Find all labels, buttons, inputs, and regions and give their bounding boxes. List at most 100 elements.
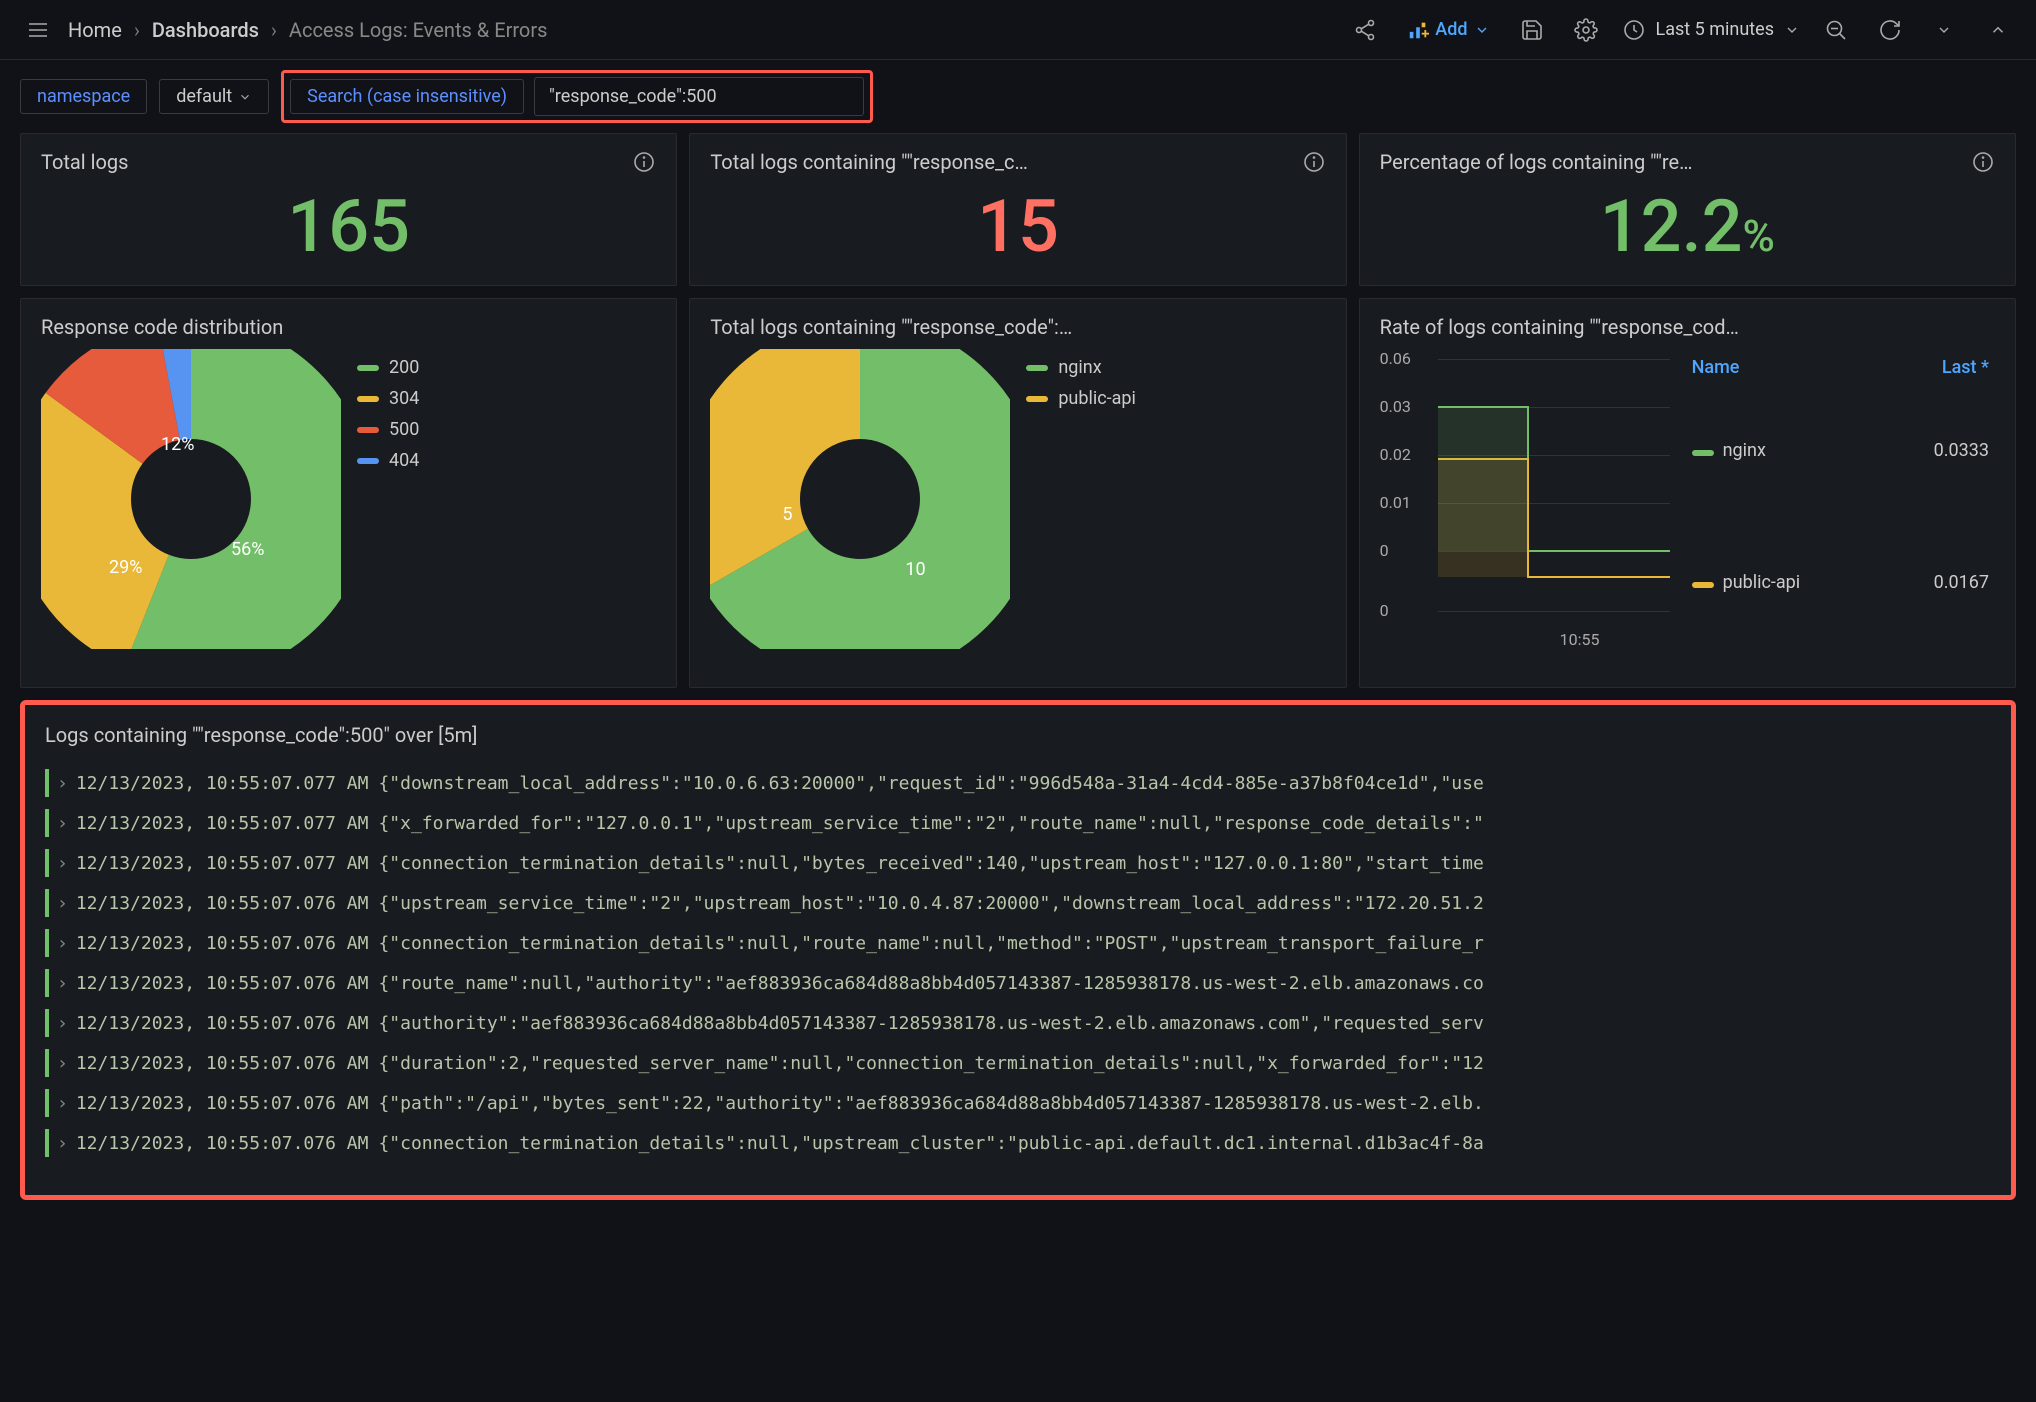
topbar-actions: Add Last 5 minutes <box>1347 12 2016 48</box>
log-body: {"x_forwarded_for":"127.0.0.1","upstream… <box>378 813 1483 834</box>
log-line[interactable]: ›12/13/2023, 10:55:07.076 AM{"authority"… <box>45 1003 1991 1043</box>
legend-swatch <box>1692 582 1714 588</box>
log-timestamp: 12/13/2023, 10:55:07.076 AM <box>76 1093 369 1114</box>
log-line[interactable]: ›12/13/2023, 10:55:07.076 AM{"upstream_s… <box>45 883 1991 923</box>
time-range-picker[interactable]: Last 5 minutes <box>1622 18 1800 42</box>
stats-row: Total logs 165 Total logs containing ""r… <box>0 133 2036 286</box>
panel-title: Total logs containing ""response_code":… <box>710 315 1072 339</box>
chevron-right-icon: › <box>57 853 68 874</box>
panel-title: Logs containing ""response_code":500" ov… <box>45 723 1991 747</box>
breadcrumb-home[interactable]: Home <box>68 18 122 42</box>
add-label: Add <box>1435 19 1467 40</box>
panel-rate[interactable]: Rate of logs containing ""response_cod… … <box>1359 298 2016 688</box>
panel-title: Rate of logs containing ""response_cod… <box>1380 315 1739 339</box>
table-row[interactable]: nginx0.0333 <box>1688 386 1993 516</box>
save-icon <box>1520 18 1544 42</box>
col-last[interactable]: Last * <box>1886 351 1993 384</box>
legend-swatch <box>357 458 379 464</box>
panel-matching-logs[interactable]: Total logs containing ""response_c… 15 <box>689 133 1346 286</box>
info-icon[interactable] <box>632 150 656 174</box>
log-body: {"connection_termination_details":null,"… <box>378 853 1483 874</box>
panel-response-code-dist[interactable]: Response code distribution 12% 29% 56% 2… <box>20 298 677 688</box>
save-button[interactable] <box>1514 12 1550 48</box>
legend-swatch <box>357 396 379 402</box>
log-line[interactable]: ›12/13/2023, 10:55:07.076 AM{"path":"/ap… <box>45 1083 1991 1123</box>
chevron-right-icon: › <box>134 18 140 42</box>
log-timestamp: 12/13/2023, 10:55:07.076 AM <box>76 933 369 954</box>
add-button[interactable]: Add <box>1401 19 1495 41</box>
panel-percentage[interactable]: Percentage of logs containing ""re… 12.2… <box>1359 133 2016 286</box>
pie-label: 5 <box>782 504 792 525</box>
legend-item[interactable]: public-api <box>1026 388 1136 409</box>
hamburger-menu[interactable] <box>20 12 56 48</box>
chevron-right-icon: › <box>57 813 68 834</box>
col-name[interactable]: Name <box>1688 351 1885 384</box>
legend-item[interactable]: 404 <box>357 450 419 471</box>
refresh-icon <box>1878 18 1902 42</box>
log-level-bar <box>45 1009 49 1037</box>
info-icon[interactable] <box>1302 150 1326 174</box>
legend-item[interactable]: nginx <box>1026 357 1136 378</box>
pie-label: 29% <box>109 557 142 578</box>
chevron-right-icon: › <box>57 973 68 994</box>
table-row[interactable]: public-api0.0167 <box>1688 518 1993 648</box>
log-level-bar <box>45 849 49 877</box>
clock-icon <box>1622 18 1646 42</box>
breadcrumb-dashboards[interactable]: Dashboards <box>152 18 259 42</box>
legend-item[interactable]: 304 <box>357 388 419 409</box>
log-body: {"downstream_local_address":"10.0.6.63:2… <box>378 773 1483 794</box>
log-timestamp: 12/13/2023, 10:55:07.077 AM <box>76 773 369 794</box>
log-level-bar <box>45 889 49 917</box>
rate-lines <box>1438 349 1670 619</box>
chevron-right-icon: › <box>57 1013 68 1034</box>
share-button[interactable] <box>1347 12 1383 48</box>
rate-legend-table: Name Last * nginx0.0333 public-api0.0167 <box>1686 349 1995 649</box>
breadcrumb: Home › Dashboards › Access Logs: Events … <box>68 18 547 42</box>
gear-icon <box>1574 18 1598 42</box>
log-body: {"connection_termination_details":null,"… <box>378 933 1483 954</box>
namespace-selector[interactable]: default <box>159 79 269 114</box>
chevron-down-icon <box>1784 22 1800 38</box>
zoom-out-button[interactable] <box>1818 12 1854 48</box>
pie-label: 12% <box>161 434 194 455</box>
log-level-bar <box>45 1089 49 1117</box>
namespace-value: default <box>176 86 232 107</box>
search-input[interactable] <box>534 77 864 116</box>
legend-swatch <box>1026 396 1048 402</box>
log-timestamp: 12/13/2023, 10:55:07.077 AM <box>76 853 369 874</box>
settings-button[interactable] <box>1568 12 1604 48</box>
panel-title: Percentage of logs containing ""re… <box>1380 150 1693 174</box>
log-line[interactable]: ›12/13/2023, 10:55:07.076 AM{"connection… <box>45 923 1991 963</box>
menu-icon <box>26 18 50 42</box>
pie-label: 10 <box>905 559 925 580</box>
namespace-label: namespace <box>20 79 147 114</box>
variable-toolbar: namespace default Search (case insensiti… <box>0 60 2036 133</box>
log-body: {"duration":2,"requested_server_name":nu… <box>378 1053 1483 1074</box>
panel-logs[interactable]: Logs containing ""response_code":500" ov… <box>20 700 2016 1200</box>
add-panel-icon <box>1407 19 1429 41</box>
log-level-bar <box>45 1049 49 1077</box>
info-icon[interactable] <box>1971 150 1995 174</box>
refresh-button[interactable] <box>1872 12 1908 48</box>
legend-label: 304 <box>389 388 419 409</box>
breadcrumb-current[interactable]: Access Logs: Events & Errors <box>289 18 548 42</box>
log-line[interactable]: ›12/13/2023, 10:55:07.076 AM{"route_name… <box>45 963 1991 1003</box>
log-line[interactable]: ›12/13/2023, 10:55:07.077 AM{"x_forwarde… <box>45 803 1991 843</box>
legend-item[interactable]: 200 <box>357 357 419 378</box>
refresh-interval-button[interactable] <box>1926 12 1962 48</box>
panel-logs-by-service[interactable]: Total logs containing ""response_code":…… <box>689 298 1346 688</box>
panel-total-logs[interactable]: Total logs 165 <box>20 133 677 286</box>
pie-label: 56% <box>231 539 264 560</box>
log-line[interactable]: › 12/13/2023, 10:55:07.077 AM {"connection… <box>45 843 1991 883</box>
legend-item[interactable]: 500 <box>357 419 419 440</box>
chevron-right-icon: › <box>57 893 68 914</box>
collapse-button[interactable] <box>1980 12 2016 48</box>
log-line[interactable]: ›12/13/2023, 10:55:07.077 AM{"downstream… <box>45 763 1991 803</box>
log-line[interactable]: ›12/13/2023, 10:55:07.076 AM{"connection… <box>45 1123 1991 1163</box>
panel-title: Response code distribution <box>41 315 283 339</box>
log-line[interactable]: ›12/13/2023, 10:55:07.076 AM{"duration":… <box>45 1043 1991 1083</box>
legend: 200 304 500 404 <box>357 357 419 471</box>
search-highlight-box: Search (case insensitive) <box>281 70 873 123</box>
charts-row: Response code distribution 12% 29% 56% 2… <box>0 298 2036 688</box>
legend: nginx public-api <box>1026 357 1136 409</box>
